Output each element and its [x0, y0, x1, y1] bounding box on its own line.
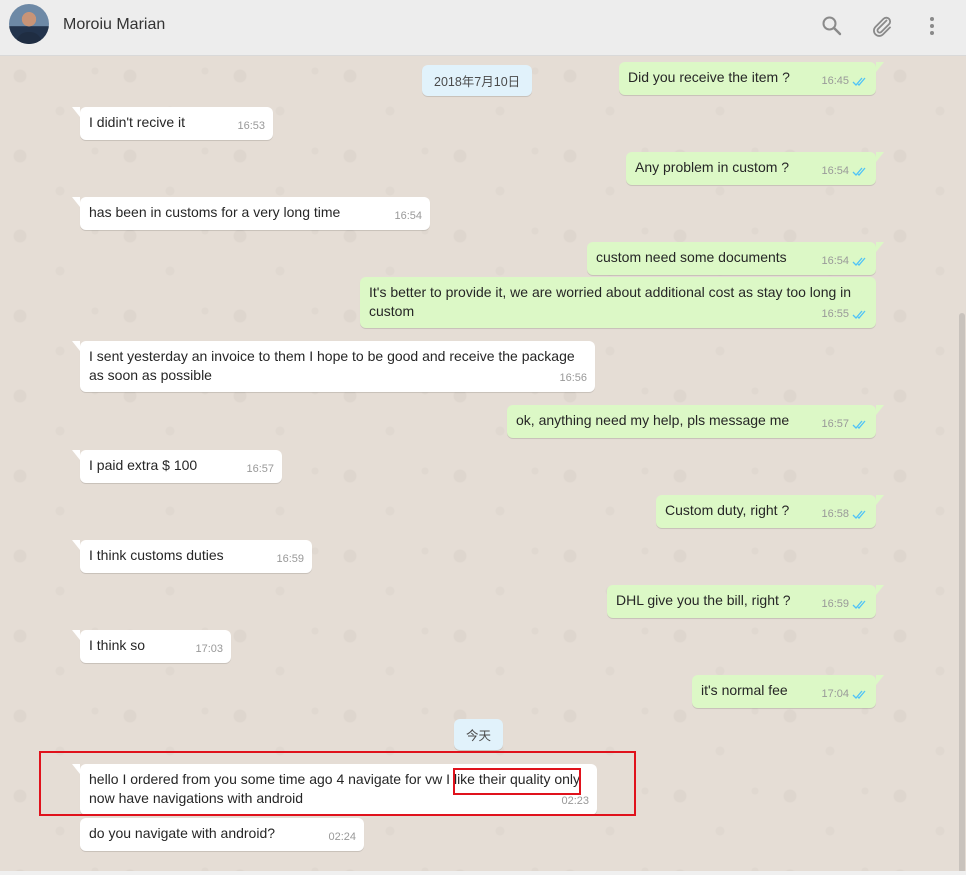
read-ticks-icon — [852, 599, 868, 610]
message-text: has been in customs for a very long time — [89, 204, 341, 220]
search-icon[interactable] — [820, 14, 844, 38]
message-bubble-incoming[interactable]: do you navigate with android? 02:24 — [80, 818, 364, 851]
annotation-box-inner — [453, 768, 581, 795]
read-ticks-icon — [852, 689, 868, 700]
message-text: Custom duty, right ? — [665, 502, 790, 518]
message-bubble-incoming[interactable]: I sent yesterday an invoice to them I ho… — [72, 341, 595, 392]
message-text: DHL give you the bill, right ? — [616, 592, 791, 608]
bottom-strip — [0, 871, 966, 875]
message-text: It's better to provide it, we are worrie… — [369, 284, 852, 319]
message-bubble-outgoing[interactable]: Did you receive the item ? 16:45 — [619, 62, 884, 95]
message-time: 16:53 — [237, 120, 265, 132]
message-bubble-outgoing[interactable]: ok, anything need my help, pls message m… — [507, 405, 884, 438]
read-ticks-icon — [852, 309, 868, 320]
contact-name[interactable]: Moroiu Marian — [63, 16, 165, 34]
read-ticks-icon — [852, 256, 868, 267]
message-text: I paid extra $ 100 — [89, 457, 198, 473]
message-time: 17:04 — [821, 688, 849, 700]
message-bubble-outgoing[interactable]: custom need some documents 16:54 — [587, 242, 884, 275]
message-bubble-outgoing[interactable]: Custom duty, right ? 16:58 — [656, 495, 884, 528]
read-ticks-icon — [852, 76, 868, 87]
message-time: 16:54 — [821, 255, 849, 267]
scrollbar-thumb[interactable] — [959, 313, 965, 873]
message-time: 16:59 — [276, 553, 304, 565]
attach-icon[interactable] — [870, 14, 894, 38]
date-separator: 2018年7月10日 — [422, 65, 533, 96]
message-time: 16:57 — [246, 463, 274, 475]
message-time: 16:54 — [821, 165, 849, 177]
message-text: ok, anything need my help, pls message m… — [516, 412, 790, 428]
message-text: I think customs duties — [89, 547, 224, 563]
message-text: it's normal fee — [701, 682, 788, 698]
message-bubble-incoming[interactable]: I think customs duties 16:59 — [72, 540, 312, 573]
message-text: I didin't recive it — [89, 114, 186, 130]
message-text: custom need some documents — [596, 249, 787, 265]
message-text: do you navigate with android? — [89, 825, 276, 841]
message-text: I think so — [89, 637, 146, 653]
read-ticks-icon — [852, 419, 868, 430]
message-time: 16:56 — [559, 372, 587, 384]
message-bubble-incoming[interactable]: I didin't recive it 16:53 — [72, 107, 273, 140]
chat-scrollbar[interactable] — [958, 56, 966, 873]
message-bubble-outgoing[interactable]: It's better to provide it, we are worrie… — [360, 277, 876, 328]
message-bubble-outgoing[interactable]: Any problem in custom ? 16:54 — [626, 152, 884, 185]
message-bubble-incoming[interactable]: I paid extra $ 100 16:57 — [72, 450, 282, 483]
read-ticks-icon — [852, 509, 868, 520]
message-text: I sent yesterday an invoice to them I ho… — [89, 348, 575, 383]
message-bubble-incoming[interactable]: I think so 17:03 — [72, 630, 231, 663]
message-time: 16:45 — [821, 75, 849, 87]
message-time: 16:54 — [394, 210, 422, 222]
contact-avatar[interactable] — [9, 4, 49, 44]
message-text: Any problem in custom ? — [635, 159, 790, 175]
message-time: 17:03 — [195, 643, 223, 655]
read-ticks-icon — [852, 166, 868, 177]
message-time: 16:57 — [821, 418, 849, 430]
message-time: 16:59 — [821, 598, 849, 610]
message-time: 16:58 — [821, 508, 849, 520]
message-bubble-incoming[interactable]: has been in customs for a very long time… — [72, 197, 430, 230]
chat-header: Moroiu Marian — [0, 0, 966, 56]
message-text: Did you receive the item ? — [628, 69, 790, 85]
message-bubble-outgoing[interactable]: it's normal fee 17:04 — [692, 675, 884, 708]
message-bubble-outgoing[interactable]: DHL give you the bill, right ? 16:59 — [607, 585, 884, 618]
date-separator: 今天 — [454, 719, 504, 750]
message-time: 02:24 — [328, 831, 356, 843]
message-time: 16:55 — [821, 308, 849, 320]
menu-icon[interactable] — [920, 14, 944, 38]
